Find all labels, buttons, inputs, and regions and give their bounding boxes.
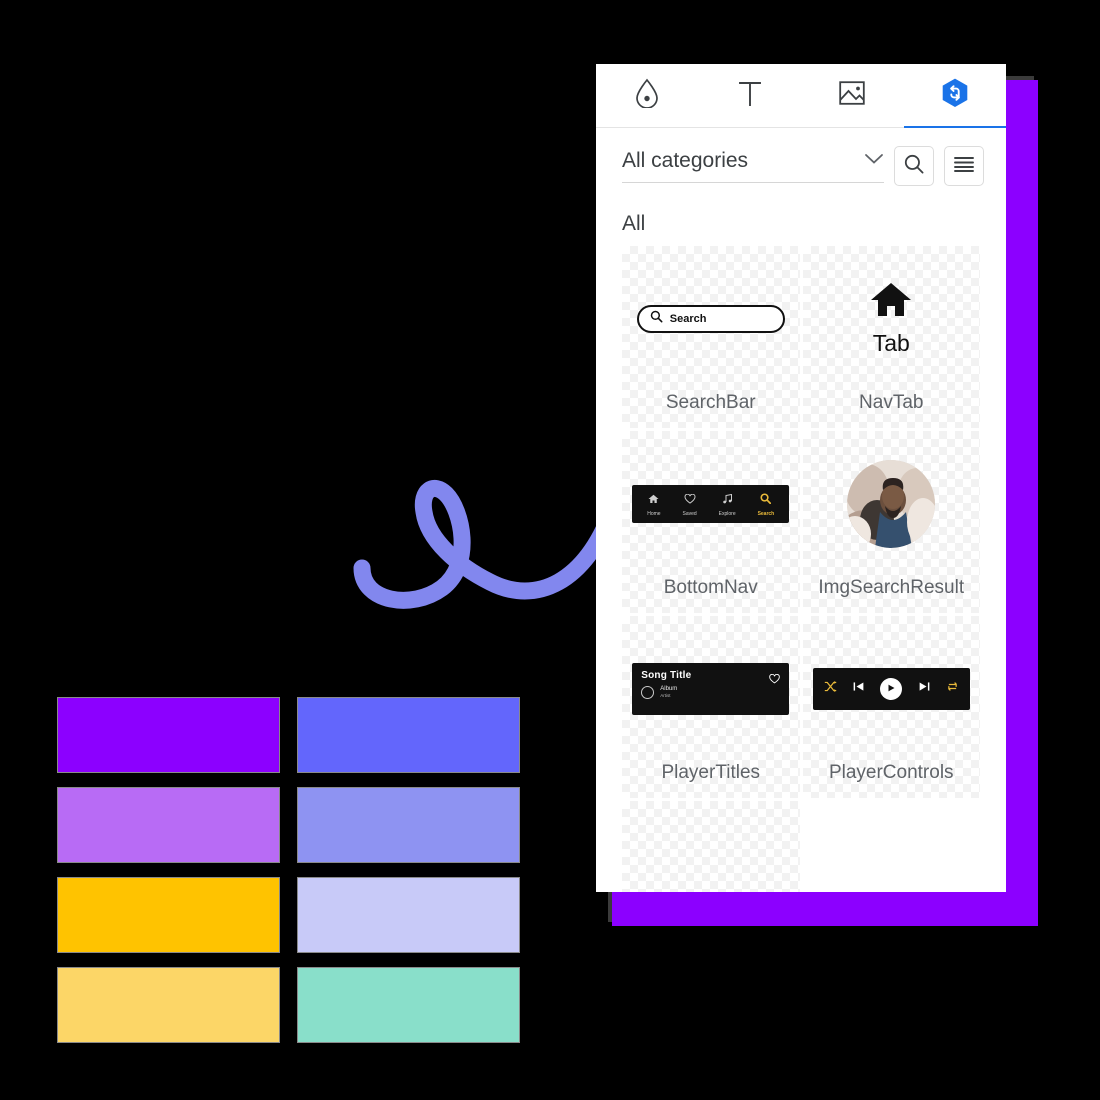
color-swatch[interactable] xyxy=(297,967,520,1043)
color-swatch[interactable] xyxy=(57,877,280,953)
bottom-nav-label: Explore xyxy=(718,511,736,517)
text-t-icon xyxy=(736,78,764,113)
search-placeholder-text: Search xyxy=(669,313,707,325)
section-title: All xyxy=(622,212,646,235)
category-filter-row: All categories xyxy=(596,128,1006,186)
color-swatch[interactable] xyxy=(297,697,520,773)
component-card-partial-empty xyxy=(802,801,980,892)
component-card-searchbar[interactable]: Search SearchBar xyxy=(622,246,800,428)
component-name: ImgSearchResult xyxy=(818,577,965,598)
color-swatch[interactable] xyxy=(297,877,520,953)
playertitles-preview: Song Title Album Artist xyxy=(622,616,800,762)
color-swatch[interactable] xyxy=(297,787,520,863)
panel-tab-bar xyxy=(596,64,1006,128)
bottom-nav-item-search: Search xyxy=(757,491,775,517)
canvas: All categories All Search SearchBar Tab … xyxy=(0,0,1100,1100)
search-pill: Search xyxy=(636,305,785,333)
navtab-preview: Tab xyxy=(803,246,981,392)
previous-track-icon xyxy=(852,680,865,698)
shuffle-icon xyxy=(824,680,837,698)
color-swatch[interactable] xyxy=(57,697,280,773)
repeat-icon xyxy=(946,680,959,698)
component-grid: Search SearchBar Tab NavTab Home Saved E… xyxy=(596,246,1006,892)
hamburger-menu-icon xyxy=(953,155,975,178)
cursive-loop-squiggle-icon xyxy=(350,469,635,620)
album-name: Album xyxy=(660,686,678,692)
playercontrols-preview xyxy=(803,616,981,762)
image-icon xyxy=(838,79,866,112)
navtab-label: Tab xyxy=(872,330,910,356)
component-card-partial[interactable] xyxy=(622,801,800,892)
tab-text[interactable] xyxy=(699,64,802,127)
bottom-nav-item-saved: Saved xyxy=(683,491,697,517)
component-name: PlayerControls xyxy=(828,762,954,783)
list-view-button[interactable] xyxy=(944,146,984,186)
component-card-bottomnav[interactable]: Home Saved Explore Search BottomNav xyxy=(622,431,800,613)
components-panel: All categories All Search SearchBar Tab … xyxy=(596,64,1006,892)
play-button[interactable] xyxy=(880,678,903,700)
heart-icon xyxy=(769,671,780,689)
tab-components[interactable] xyxy=(903,64,1007,128)
player-titles-bar: Song Title Album Artist xyxy=(632,663,790,715)
component-card-navtab[interactable]: Tab NavTab xyxy=(802,246,981,428)
avatar xyxy=(847,460,936,548)
chevron-down-icon xyxy=(864,152,884,170)
bottomnav-preview: Home Saved Explore Search xyxy=(622,431,800,577)
color-swatch[interactable] xyxy=(57,787,280,863)
component-card-playertitles[interactable]: Song Title Album Artist PlayerTitles xyxy=(622,616,800,798)
search-icon xyxy=(650,310,663,328)
component-name: SearchBar xyxy=(665,392,756,413)
song-title: Song Title xyxy=(641,670,692,681)
music-icon xyxy=(722,491,733,509)
droplet-icon xyxy=(634,78,660,113)
component-name: BottomNav xyxy=(663,577,758,598)
tab-styles[interactable] xyxy=(596,64,699,127)
component-card-imgsearchresult[interactable]: ImgSearchResult xyxy=(802,431,981,613)
bottom-nav-item-explore: Explore xyxy=(719,491,736,517)
bottom-nav-item-home: Home xyxy=(647,491,661,517)
component-name: NavTab xyxy=(859,392,924,413)
bottom-nav-label: Home xyxy=(647,511,661,517)
category-selected-label: All categories xyxy=(622,149,749,172)
artist-name: Artist xyxy=(660,693,671,699)
search-icon xyxy=(760,491,772,509)
search-button[interactable] xyxy=(894,146,934,186)
category-dropdown[interactable]: All categories xyxy=(622,149,884,183)
next-track-icon xyxy=(918,680,931,698)
home-icon xyxy=(869,281,913,324)
bottom-nav-bar: Home Saved Explore Search xyxy=(632,485,790,523)
home-icon xyxy=(648,491,659,509)
album-art-placeholder xyxy=(641,685,655,699)
component-name: PlayerTitles xyxy=(661,762,761,783)
imgsearchresult-preview xyxy=(803,431,981,577)
color-palette xyxy=(57,697,520,1043)
component-card-playercontrols[interactable]: PlayerControls xyxy=(802,616,981,798)
bottom-nav-label: Search xyxy=(757,511,775,517)
heart-icon xyxy=(684,491,696,509)
color-swatch[interactable] xyxy=(57,967,280,1043)
bottom-nav-label: Saved xyxy=(682,511,697,517)
hexagon-swap-icon xyxy=(940,77,970,114)
player-controls-bar xyxy=(812,668,970,710)
play-icon xyxy=(886,680,896,698)
tab-images[interactable] xyxy=(801,64,904,127)
searchbar-preview: Search xyxy=(622,246,800,392)
search-icon xyxy=(903,153,925,180)
